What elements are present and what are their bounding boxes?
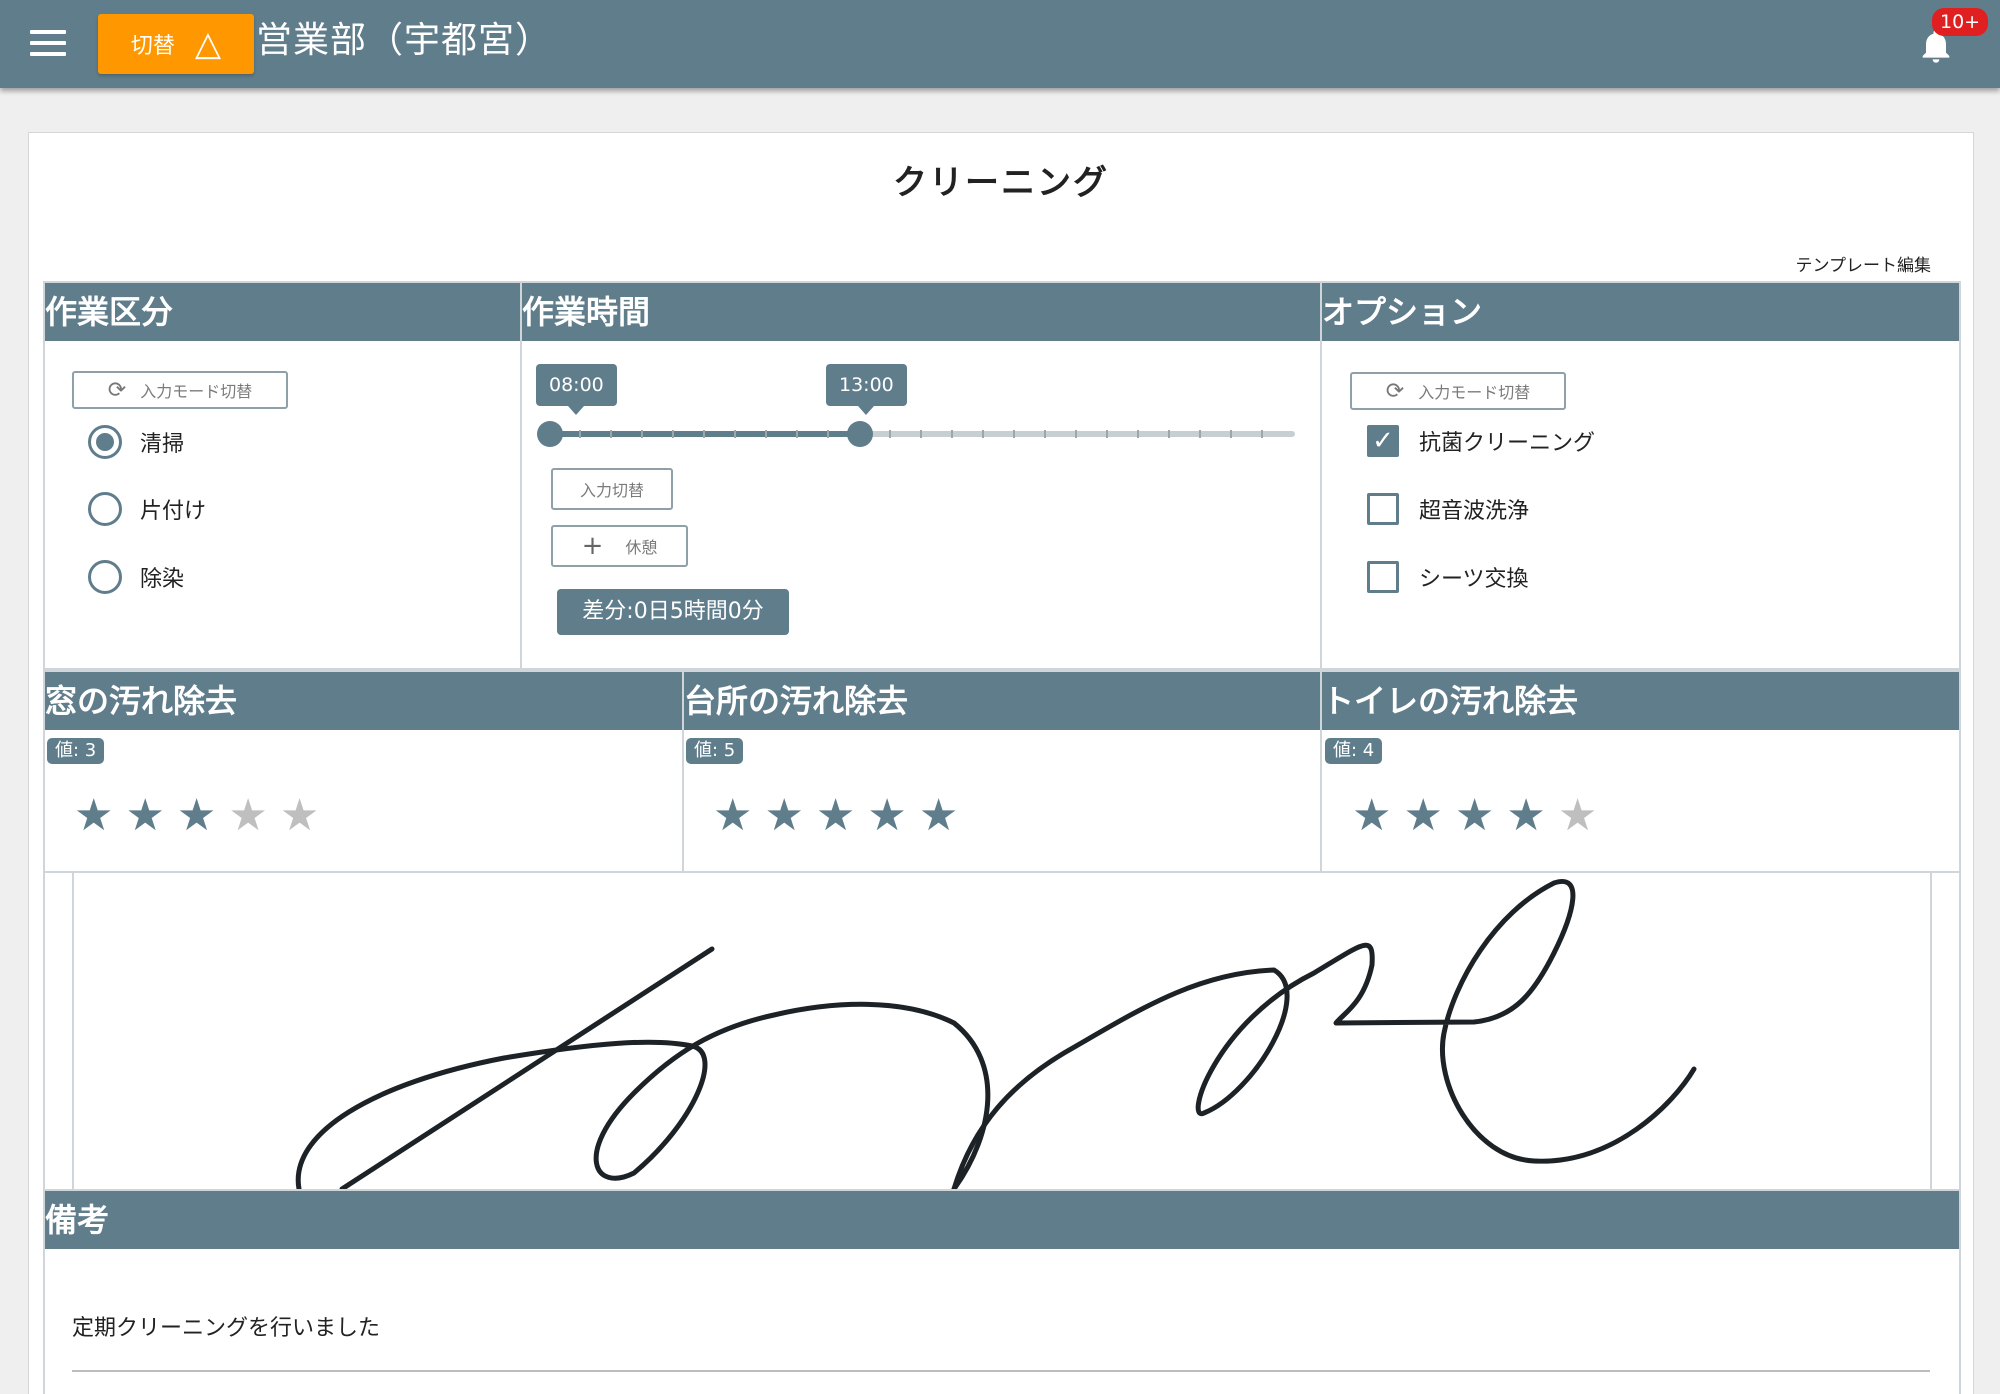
options-heading: オプション bbox=[1322, 283, 1959, 341]
work-type-mode-toggle-button[interactable]: ⟳ 入力モード切替 bbox=[72, 371, 288, 409]
star-icon[interactable]: ★ bbox=[764, 794, 803, 838]
radio-button[interactable] bbox=[88, 492, 122, 526]
rating-heading: トイレの汚れ除去 bbox=[1322, 672, 1959, 730]
time-diff-badge: 差分:0日5時間0分 bbox=[557, 589, 789, 635]
radio-label: 片付け bbox=[140, 499, 207, 524]
time-range-slider[interactable] bbox=[536, 418, 1296, 450]
star-rating-toilet[interactable]: ★ ★ ★ ★ ★ bbox=[1352, 794, 1597, 838]
input-toggle-label: 入力切替 bbox=[579, 481, 644, 500]
refresh-icon: ⟳ bbox=[107, 377, 127, 403]
rating-panel-kitchen: 台所の汚れ除去 bbox=[682, 670, 1323, 873]
rating-panel-window: 窓の汚れ除去 bbox=[43, 670, 684, 873]
mode-toggle-label: 入力モード切替 bbox=[140, 382, 253, 401]
star-icon[interactable]: ★ bbox=[228, 794, 267, 838]
department-title: 営業部（宇都宮） bbox=[256, 20, 553, 61]
remarks-text[interactable]: 定期クリーニングを行いました bbox=[72, 1310, 380, 1342]
checkbox-option-ultrasonic[interactable]: 超音波洗浄 bbox=[1367, 493, 1529, 525]
radio-button-checked[interactable] bbox=[88, 425, 122, 459]
checkbox-label: 抗菌クリーニング bbox=[1419, 431, 1596, 456]
rating-value-badge: 値: 5 bbox=[686, 738, 744, 764]
checkbox-checked-icon[interactable]: ✓ bbox=[1367, 425, 1399, 457]
slider-start-handle[interactable] bbox=[537, 421, 563, 447]
radio-label: 除染 bbox=[140, 567, 185, 592]
checkbox-option-antibacterial[interactable]: ✓ 抗菌クリーニング bbox=[1367, 425, 1595, 457]
radio-label: 清掃 bbox=[140, 432, 185, 457]
input-toggle-button[interactable]: 入力切替 bbox=[551, 468, 673, 510]
star-icon[interactable]: ★ bbox=[74, 794, 113, 838]
star-icon[interactable]: ★ bbox=[816, 794, 855, 838]
star-rating-kitchen[interactable]: ★ ★ ★ ★ ★ bbox=[713, 794, 958, 838]
star-icon[interactable]: ★ bbox=[713, 794, 752, 838]
star-icon[interactable]: ★ bbox=[1558, 794, 1597, 838]
radio-option-seisou[interactable]: 清掃 bbox=[88, 425, 184, 459]
add-break-button[interactable]: + 休憩 bbox=[551, 525, 688, 567]
work-type-panel: 作業区分 bbox=[43, 281, 522, 670]
template-edit-link[interactable]: テンプレート編集 bbox=[1796, 251, 1932, 276]
rating-value-badge: 値: 3 bbox=[47, 738, 105, 764]
options-panel: オプション bbox=[1320, 281, 1961, 670]
remarks-underline bbox=[72, 1370, 1930, 1372]
refresh-icon: ⟳ bbox=[1385, 378, 1405, 404]
star-icon[interactable]: ★ bbox=[1455, 794, 1494, 838]
start-time-tooltip: 08:00 bbox=[536, 364, 617, 415]
work-time-heading: 作業時間 bbox=[522, 283, 1320, 341]
remarks-heading: 備考 bbox=[45, 1191, 1959, 1249]
app-header: 切替 △ 営業部（宇都宮） 10+ bbox=[0, 0, 2000, 88]
rating-heading: 窓の汚れ除去 bbox=[45, 672, 682, 730]
star-icon[interactable]: ★ bbox=[1506, 794, 1545, 838]
checkbox-option-sheets[interactable]: シーツ交換 bbox=[1367, 561, 1529, 593]
hamburger-menu-icon[interactable] bbox=[30, 30, 66, 58]
mode-toggle-label: 入力モード切替 bbox=[1418, 383, 1531, 402]
checkbox-label: 超音波洗浄 bbox=[1419, 499, 1530, 524]
star-icon[interactable]: ★ bbox=[1352, 794, 1391, 838]
star-icon[interactable]: ★ bbox=[177, 794, 216, 838]
plus-icon: + bbox=[581, 531, 604, 561]
checkbox[interactable] bbox=[1367, 493, 1399, 525]
end-time-tooltip: 13:00 bbox=[826, 364, 907, 415]
signature-pad[interactable] bbox=[72, 873, 1932, 1192]
page-title: クリーニング bbox=[893, 163, 1109, 203]
star-rating-window[interactable]: ★ ★ ★ ★ ★ bbox=[74, 794, 319, 838]
notification-badge: 10+ bbox=[1932, 8, 1989, 36]
star-icon[interactable]: ★ bbox=[867, 794, 906, 838]
signature-drawing bbox=[295, 878, 1697, 1192]
work-type-heading: 作業区分 bbox=[45, 283, 520, 341]
slider-end-handle[interactable] bbox=[847, 421, 873, 447]
star-icon[interactable]: ★ bbox=[919, 794, 958, 838]
rating-panel-toilet: トイレの汚れ除去 bbox=[1320, 670, 1961, 873]
star-icon[interactable]: ★ bbox=[125, 794, 164, 838]
switch-button[interactable]: 切替 △ bbox=[98, 14, 254, 74]
add-break-label: 休憩 bbox=[625, 538, 658, 557]
rating-value-badge: 値: 4 bbox=[1325, 738, 1383, 764]
radio-option-katazuke[interactable]: 片付け bbox=[88, 492, 206, 526]
remarks-panel: 備考 bbox=[43, 1189, 1961, 1394]
switch-button-label: 切替 bbox=[130, 34, 175, 59]
star-icon[interactable]: ★ bbox=[1403, 794, 1442, 838]
warning-triangle-icon: △ bbox=[194, 24, 222, 64]
radio-button[interactable] bbox=[88, 560, 122, 594]
radio-option-josen[interactable]: 除染 bbox=[88, 560, 184, 594]
checkbox[interactable] bbox=[1367, 561, 1399, 593]
options-mode-toggle-button[interactable]: ⟳ 入力モード切替 bbox=[1350, 372, 1566, 410]
checkbox-label: シーツ交換 bbox=[1419, 567, 1529, 592]
star-icon[interactable]: ★ bbox=[280, 794, 319, 838]
rating-heading: 台所の汚れ除去 bbox=[684, 672, 1321, 730]
